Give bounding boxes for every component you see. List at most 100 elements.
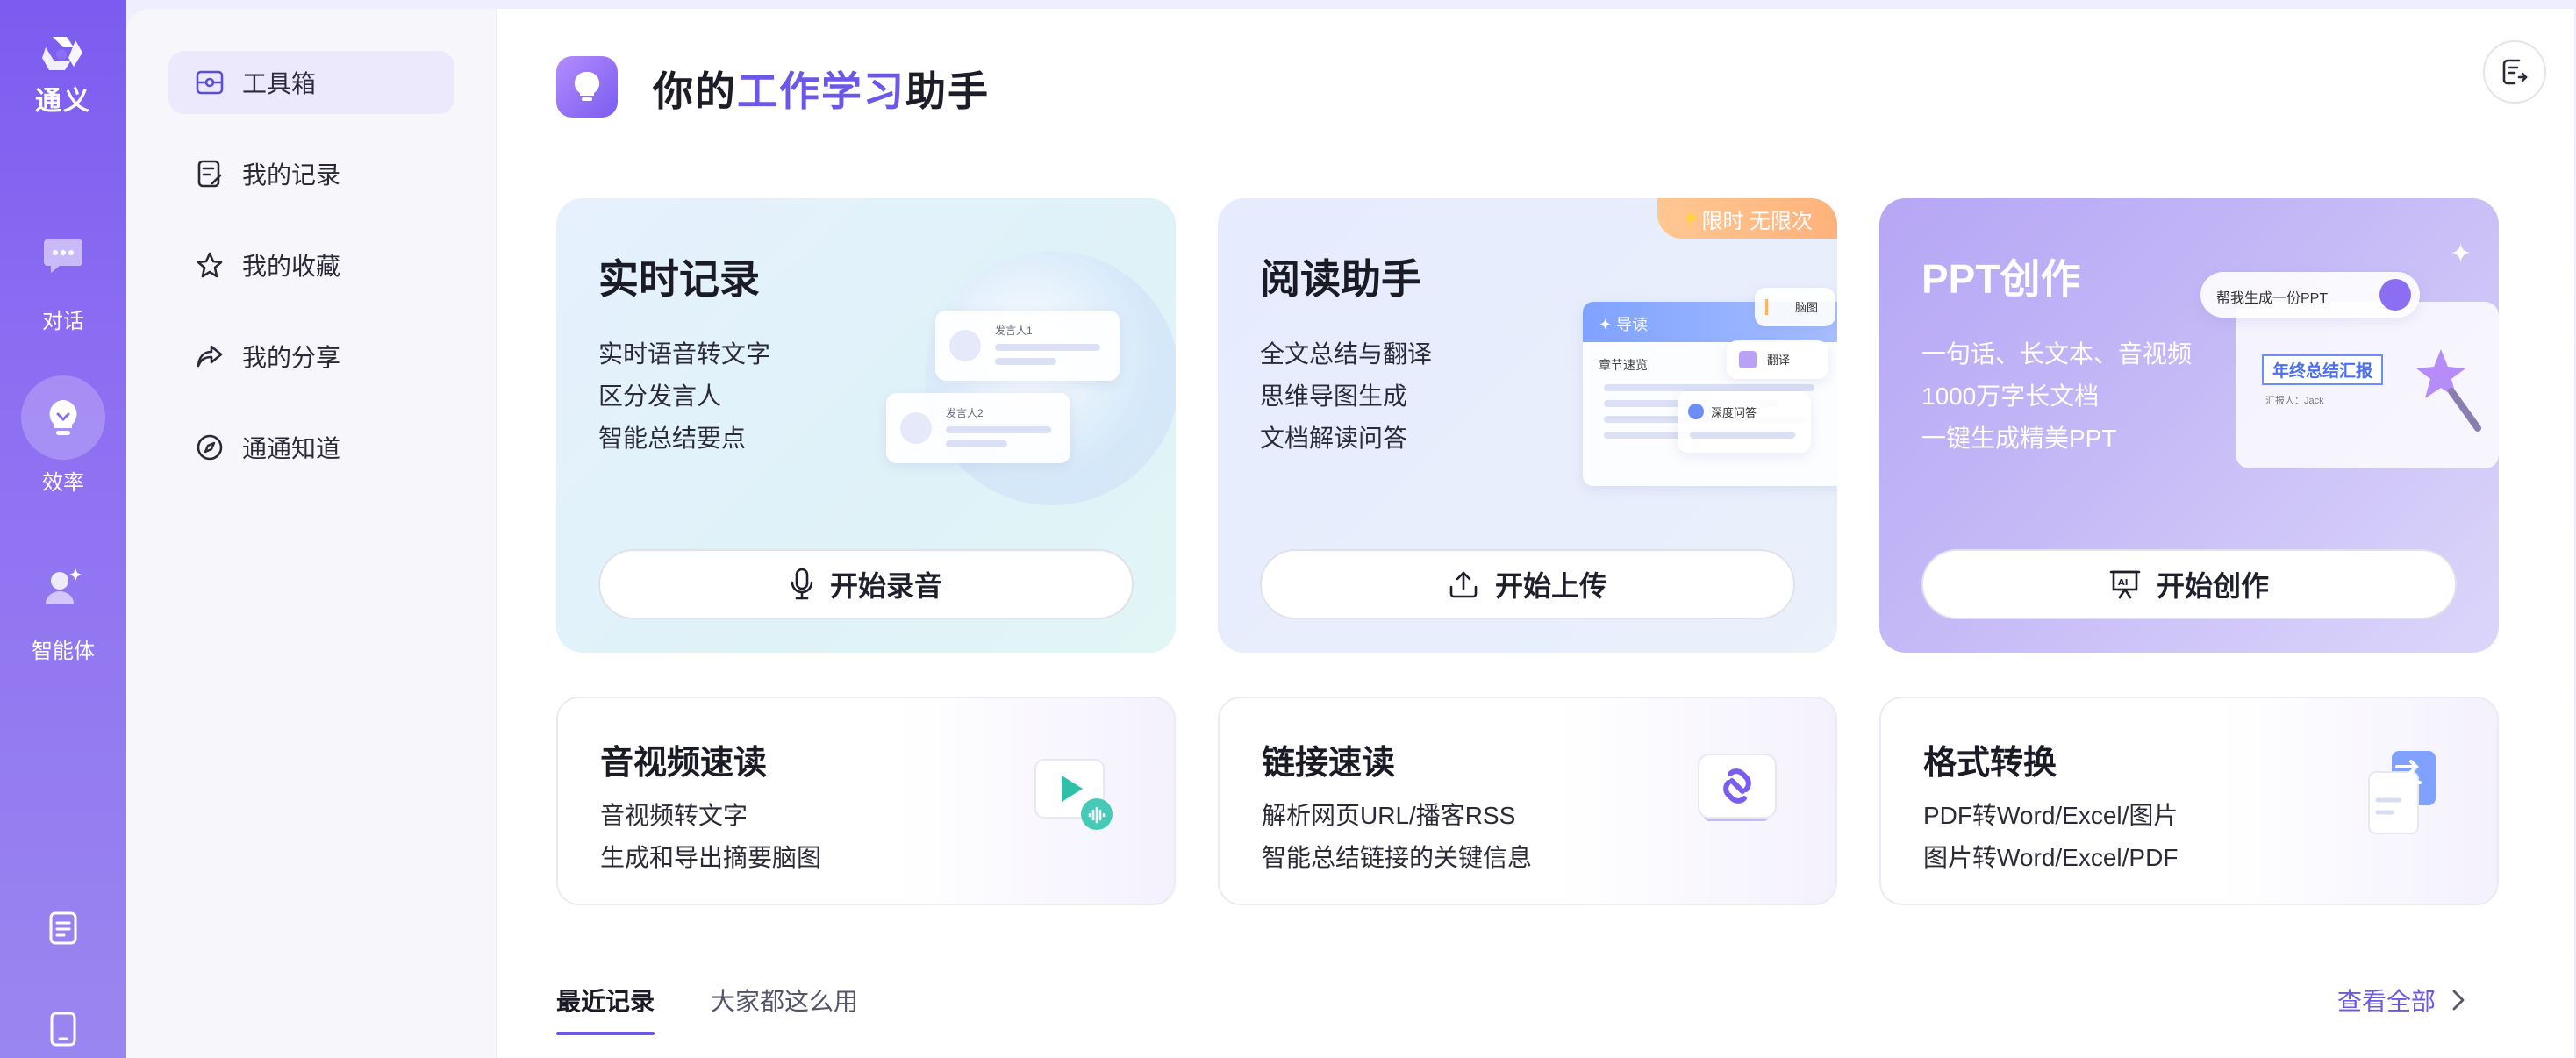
start-recording-button[interactable]: 开始录音 <box>598 549 1134 619</box>
limited-offer-badge: 限时 无限次 <box>1657 198 1837 239</box>
send-icon <box>2379 279 2411 311</box>
chapter-label: 章节速览 <box>1599 358 1648 372</box>
card-title: 格式转换 <box>1923 745 2057 782</box>
card-features: PDF转Word/Excel/图片 图片转Word/Excel/PDF <box>1923 795 2178 879</box>
tool-sidebar: 工具箱 我的记录 我的收藏 我的分享 通通知道 <box>126 9 497 1058</box>
rail-item-efficiency[interactable]: 效率 <box>0 375 126 496</box>
video-play-icon <box>1034 759 1113 830</box>
magic-wand-icon <box>2416 349 2481 432</box>
prompt-bubble: 帮我生成一份PPT <box>2200 272 2420 318</box>
card-features: 一句话、长文本、音视频 1000万字长文档 一键生成精美PPT <box>1921 333 2192 460</box>
button-label: 开始上传 <box>1494 570 1607 602</box>
feature-line: 音视频转文字 <box>600 802 748 829</box>
qa-chip: 深度问答 <box>1678 391 1811 453</box>
presentation-icon: AI <box>2109 570 2141 599</box>
qa-label: 深度问答 <box>1711 406 1757 419</box>
brand-name: 通义 <box>35 87 91 116</box>
share-icon <box>195 341 225 371</box>
export-button[interactable] <box>2483 40 2546 104</box>
left-rail: 通义 对话 效率 智能体 <box>0 0 126 1058</box>
brand-logo[interactable]: 通义 <box>0 33 126 118</box>
toolbox-icon <box>195 68 225 97</box>
text-line <box>995 344 1100 351</box>
rail-item-chat[interactable]: 对话 <box>0 214 126 334</box>
sidebar-item-knowledge[interactable]: 通通知道 <box>168 416 454 479</box>
start-creation-button[interactable]: AI 开始创作 <box>1921 549 2457 619</box>
button-label: 开始录音 <box>829 570 942 602</box>
text-line <box>1690 432 1795 439</box>
tab-popular-usage[interactable]: 大家都这么用 <box>711 983 858 1035</box>
slide-reporter: 汇报人：Jack <box>2265 396 2324 406</box>
sparkle-icon: ✦ <box>2450 239 2472 268</box>
speaker-card: 发言人1 <box>935 311 1120 381</box>
text-line <box>946 440 1007 447</box>
feature-line: 思维导图生成 <box>1260 382 1408 410</box>
av-speed-read-card[interactable]: 音视频速读 音视频转文字 生成和导出摘要脑图 <box>556 697 1176 905</box>
card-features: 实时语音转文字 区分发言人 智能总结要点 <box>598 333 770 460</box>
sidebar-item-label: 我的收藏 <box>242 253 341 280</box>
rail-label: 智能体 <box>32 640 95 663</box>
tab-recent-records[interactable]: 最近记录 <box>556 983 655 1035</box>
translate-glyph <box>1739 351 1757 368</box>
feature-line: 文档解读问答 <box>1260 425 1408 452</box>
translate-chip: 翻译 <box>1727 340 1828 379</box>
title-suffix: 助手 <box>905 68 990 114</box>
compass-icon <box>195 432 225 462</box>
view-all-link[interactable]: 查看全部 <box>2337 983 2465 1018</box>
slide-title: 年终总结汇报 <box>2262 354 2384 385</box>
link-icon <box>1698 754 1777 821</box>
speaker-label: 发言人1 <box>995 325 1033 337</box>
sidebar-item-shares[interactable]: 我的分享 <box>168 325 454 388</box>
microphone-icon <box>791 568 813 600</box>
sidebar-item-label: 我的分享 <box>242 344 341 371</box>
feature-line: 解析网页URL/播客RSS <box>1262 802 1516 829</box>
sidebar-item-toolbox[interactable]: 工具箱 <box>168 51 454 114</box>
feature-line: 1000万字长文档 <box>1921 382 2100 410</box>
mindmap-chip: 脑图 <box>1755 288 1835 326</box>
sidebar-item-label: 工具箱 <box>242 70 317 97</box>
rail-document-button[interactable] <box>0 911 126 946</box>
star-icon <box>195 250 225 280</box>
chat-bubble-icon <box>21 214 105 298</box>
feature-line: 智能总结链接的关键信息 <box>1262 844 1533 871</box>
card-title: 链接速读 <box>1262 745 1396 782</box>
sidebar-item-records[interactable]: 我的记录 <box>168 142 454 205</box>
chevron-right-icon <box>2452 990 2465 1011</box>
card-title: 实时记录 <box>598 256 760 302</box>
text-line <box>946 426 1051 433</box>
main-panel: 工具箱 我的记录 我的收藏 我的分享 通通知道 你的工作学习助手 发言人1 发言… <box>126 9 2574 1058</box>
tablet-icon <box>50 1012 76 1047</box>
sidebar-item-favorites[interactable]: 我的收藏 <box>168 233 454 297</box>
rail-device-button[interactable] <box>0 1011 126 1047</box>
lightbulb-icon <box>21 375 105 460</box>
lightbulb-icon <box>574 71 600 101</box>
card-features: 全文总结与翻译 思维导图生成 文档解读问答 <box>1260 333 1432 460</box>
card-features: 音视频转文字 生成和导出摘要脑图 <box>600 795 821 879</box>
guide-text: 导读 <box>1616 316 1649 333</box>
feature-line: 生成和导出摘要脑图 <box>600 844 822 871</box>
file-convert-icon <box>2368 751 2436 834</box>
rail-label: 效率 <box>42 471 84 495</box>
view-all-label: 查看全部 <box>2336 988 2436 1015</box>
reading-assistant-card[interactable]: 限时 无限次 ✦ 导读 章节速览 脑图 翻译 深度问答 阅读助手 全文总结与翻译… <box>1218 198 1837 653</box>
lightning-icon <box>1685 208 1697 229</box>
feature-line: 一句话、长文本、音视频 <box>1921 340 2193 368</box>
title-prefix: 你的 <box>653 68 737 114</box>
rail-label: 对话 <box>42 310 84 333</box>
card-title: 音视频速读 <box>600 745 768 782</box>
qa-glyph <box>1688 404 1704 419</box>
export-icon <box>2502 59 2528 85</box>
link-speed-read-card[interactable]: 链接速读 解析网页URL/播客RSS 智能总结链接的关键信息 <box>1218 697 1837 905</box>
rail-item-agent[interactable]: 智能体 <box>0 544 126 664</box>
text-line <box>995 358 1056 365</box>
agent-icon <box>21 544 105 628</box>
realtime-record-card[interactable]: 发言人1 发言人2 实时记录 实时语音转文字 区分发言人 智能总结要点 开始录音 <box>556 198 1176 653</box>
start-upload-button[interactable]: 开始上传 <box>1260 549 1795 619</box>
feature-line: 智能总结要点 <box>598 425 747 452</box>
feature-line: PDF转Word/Excel/图片 <box>1923 802 2179 829</box>
translate-label: 翻译 <box>1767 354 1791 367</box>
format-convert-card[interactable]: 格式转换 PDF转Word/Excel/图片 图片转Word/Excel/PDF <box>1879 697 2499 905</box>
mindmap-glyph <box>1765 299 1785 315</box>
ppt-creation-card[interactable]: 帮我生成一份PPT 年终总结汇报 汇报人：Jack ✦ PPT创作 一句话、长文… <box>1879 198 2499 653</box>
card-title: 阅读助手 <box>1260 256 1421 302</box>
